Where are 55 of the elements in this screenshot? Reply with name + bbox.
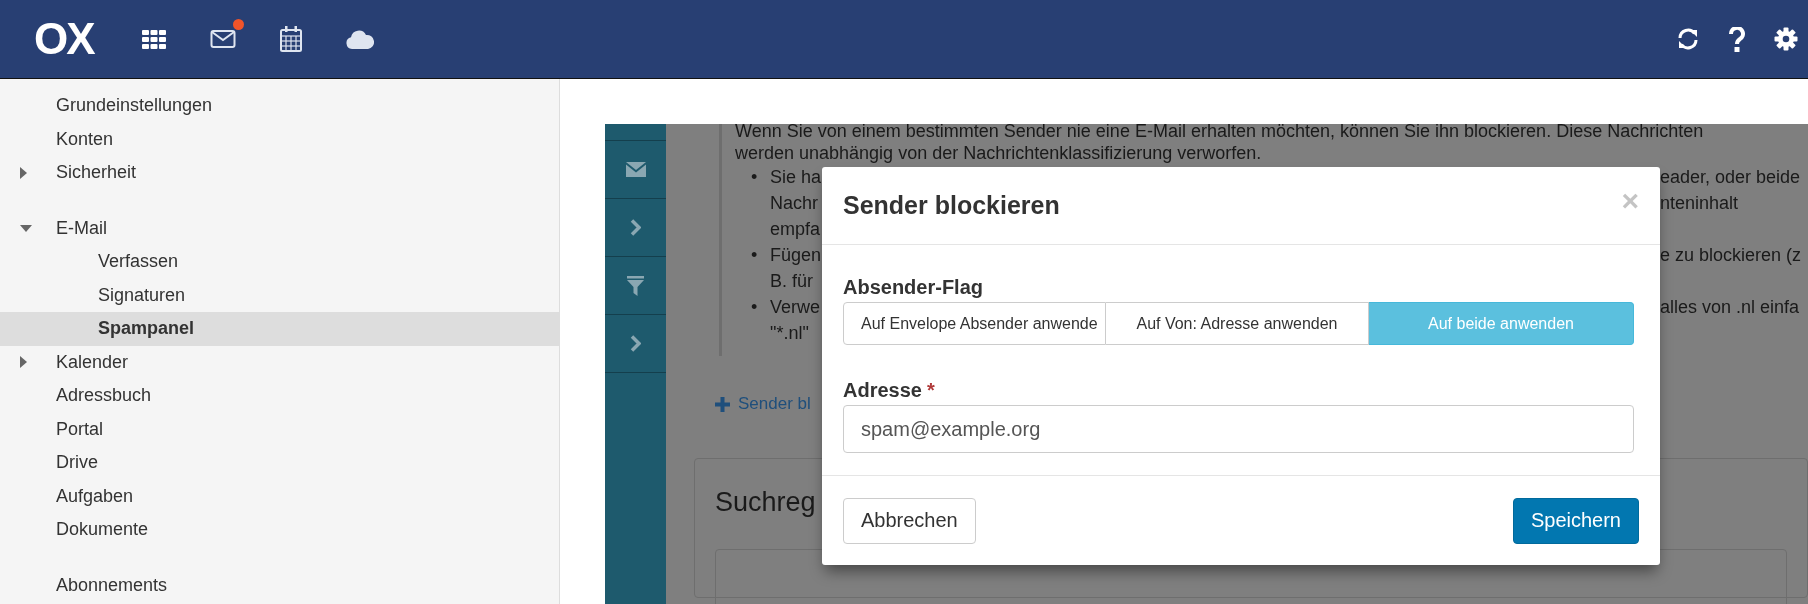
sidebar-item[interactable]: Kalender bbox=[0, 345, 559, 379]
chevron-right-icon[interactable] bbox=[630, 335, 641, 352]
settings-icon[interactable] bbox=[1774, 27, 1798, 51]
help-icon[interactable] bbox=[1728, 26, 1746, 52]
paragraph-text: B. für bbox=[770, 270, 813, 293]
sidebar-item[interactable]: Konten bbox=[0, 122, 559, 156]
envelope-icon[interactable] bbox=[625, 162, 646, 177]
sidebar-item[interactable]: Aufgaben bbox=[0, 479, 559, 513]
sidebar-item[interactable]: Adressbuch bbox=[0, 379, 559, 413]
logo[interactable]: OX bbox=[34, 17, 94, 61]
apps-grid-icon[interactable] bbox=[141, 29, 166, 49]
refresh-icon[interactable] bbox=[1676, 27, 1700, 51]
filter-icon[interactable] bbox=[627, 275, 644, 296]
cancel-button[interactable]: Abbrechen bbox=[843, 497, 976, 544]
paragraph-text: "*.nl" bbox=[770, 322, 809, 345]
bullet: • bbox=[751, 296, 759, 319]
segment-button[interactable]: Auf Envelope Absender anwende bbox=[843, 302, 1106, 345]
paragraph-text: e zu blockieren (z bbox=[1660, 244, 1802, 267]
paragraph-text: Sie ha bbox=[770, 166, 822, 189]
section-title: Suchreg bbox=[715, 486, 816, 519]
caret-right-icon[interactable] bbox=[20, 356, 27, 369]
sidebar-item[interactable]: Grundeinstellungen bbox=[0, 89, 559, 123]
sidebar-item[interactable]: Drive bbox=[0, 446, 559, 480]
field-label: Adresse bbox=[843, 378, 922, 402]
caret-right-icon[interactable] bbox=[20, 166, 27, 179]
sidebar-item[interactable]: Dokumente bbox=[0, 513, 559, 547]
paragraph-text: alles von .nl einfa bbox=[1660, 296, 1800, 319]
paragraph-text: Verwe bbox=[770, 296, 821, 319]
sidebar-item[interactable]: Signaturen bbox=[0, 278, 559, 312]
bullet: • bbox=[751, 166, 759, 189]
paragraph-text: Fügen bbox=[770, 244, 822, 267]
dialog-title: Sender blockieren bbox=[843, 191, 1060, 220]
cloud-icon[interactable] bbox=[345, 29, 374, 49]
paragraph-text: nteninhalt bbox=[1660, 192, 1740, 215]
save-button[interactable]: Speichern bbox=[1512, 497, 1639, 544]
required-mark: * bbox=[926, 378, 935, 402]
sidebar-item[interactable]: Sicherheit bbox=[0, 156, 559, 190]
paragraph-text: werden unabhängig von der Nachrichtenklassifizierung verworfen. bbox=[735, 142, 1262, 164]
sidebar-item[interactable]: Spampanel bbox=[0, 312, 559, 346]
paragraph-text: Nachr bbox=[770, 192, 818, 215]
address-field[interactable]: spam@example.org bbox=[843, 405, 1634, 453]
sidebar-item[interactable]: E-Mail bbox=[0, 211, 559, 245]
field-label: Absender-Flag bbox=[843, 275, 985, 299]
sidebar-item[interactable]: Verfassen bbox=[0, 245, 559, 279]
sidebar-item[interactable]: Portal bbox=[0, 412, 559, 446]
paragraph-text: eader, oder beide bbox=[1660, 166, 1801, 189]
segment-button[interactable]: Auf Von: Adresse anwenden bbox=[1106, 302, 1369, 345]
mail-icon[interactable] bbox=[209, 29, 236, 49]
sidebar-item[interactable]: Abonnements bbox=[0, 568, 559, 602]
chevron-right-icon[interactable] bbox=[630, 219, 641, 236]
bullet: • bbox=[751, 244, 759, 267]
calendar-icon[interactable] bbox=[279, 26, 302, 52]
caret-down-icon[interactable] bbox=[20, 224, 32, 232]
paragraph-text: Wenn Sie von einem bestimmten Sender nie eine E-Mail erhalten möchten, können Sie ihn blockieren. Diese Nachrichten bbox=[735, 124, 1704, 142]
paragraph-text: empfa bbox=[770, 218, 821, 241]
